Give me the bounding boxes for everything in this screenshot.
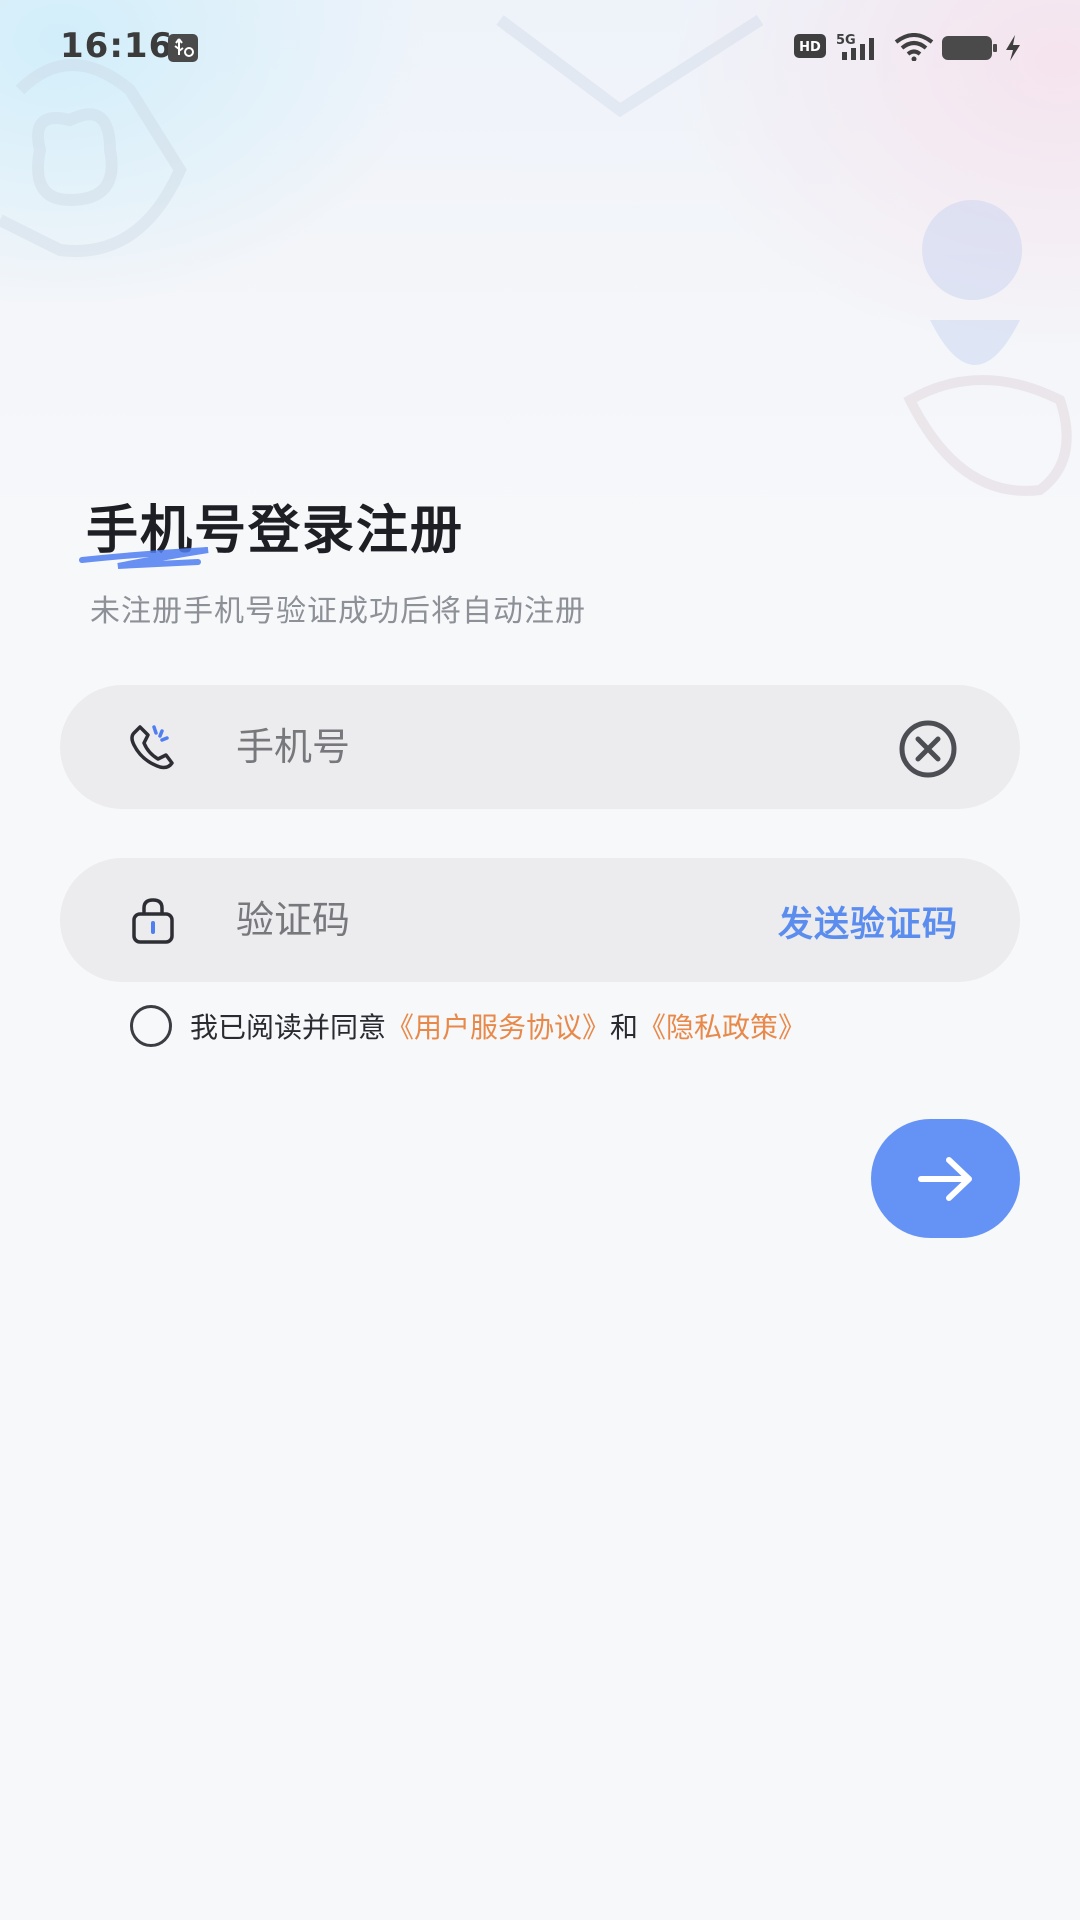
hd-icon: HD xyxy=(794,34,826,58)
wifi-icon xyxy=(894,33,934,61)
title-swoosh-decoration xyxy=(79,547,209,569)
signal-5g-icon: 5G xyxy=(836,33,874,60)
agreement-checkbox[interactable] xyxy=(130,1005,172,1047)
svg-text:5G: 5G xyxy=(836,33,856,48)
lock-icon xyxy=(132,898,174,944)
page-subtitle: 未注册手机号验证成功后将自动注册 xyxy=(90,594,586,629)
status-bar: 16:16 HD 5G xyxy=(0,0,1080,96)
usb-debug-icon xyxy=(168,34,198,62)
send-code-button[interactable]: 发送验证码 xyxy=(778,896,958,947)
status-time: 16:16 xyxy=(60,26,174,66)
phone-input[interactable] xyxy=(236,715,756,779)
charging-icon xyxy=(1006,35,1020,61)
agreement-connector: 和 xyxy=(610,1011,639,1044)
terms-link[interactable]: 《用户服务协议》 xyxy=(386,1011,610,1044)
verification-code-field[interactable]: 发送验证码 xyxy=(60,858,1020,982)
agreement-row: 我已阅读并同意《用户服务协议》和《隐私政策》 xyxy=(130,1003,806,1049)
submit-button[interactable] xyxy=(871,1119,1020,1238)
svg-text:HD: HD xyxy=(799,40,821,55)
verification-code-input[interactable] xyxy=(236,888,756,952)
clear-icon[interactable] xyxy=(898,719,958,779)
agreement-prefix: 我已阅读并同意 xyxy=(190,1011,387,1044)
phone-field[interactable] xyxy=(60,685,1020,809)
battery-icon xyxy=(942,36,997,60)
agreement-text: 我已阅读并同意《用户服务协议》和《隐私政策》 xyxy=(190,1006,806,1046)
privacy-link[interactable]: 《隐私政策》 xyxy=(638,1011,806,1044)
arrow-right-icon xyxy=(917,1156,972,1201)
phone-icon xyxy=(130,725,174,770)
